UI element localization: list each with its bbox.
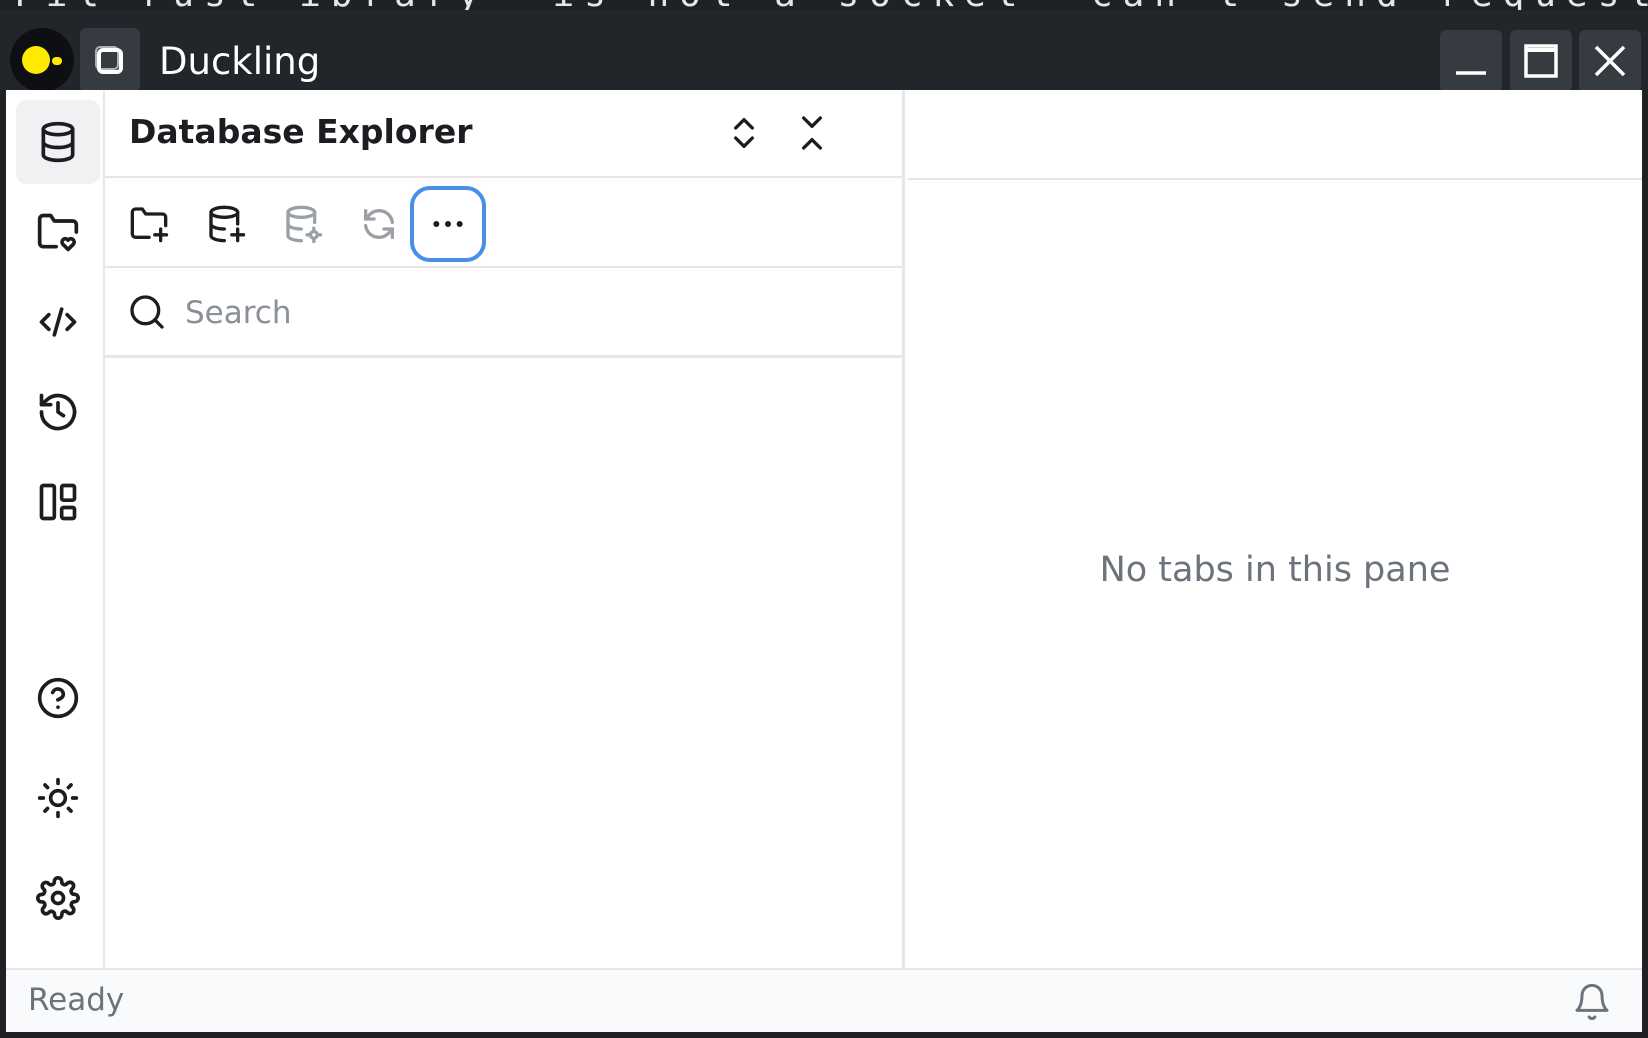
database-plus-icon [209, 205, 246, 243]
expand-all-button[interactable] [719, 108, 769, 158]
refresh-icon [364, 209, 394, 239]
explorer-title: Database Explorer [129, 112, 473, 151]
sun-icon [37, 777, 79, 819]
window-title: Duckling [159, 40, 321, 83]
new-folder-button[interactable] [111, 186, 187, 262]
window-titlebar[interactable]: Duckling [0, 10, 1648, 92]
activity-item-theme[interactable] [16, 756, 100, 840]
expand-all-icon [734, 118, 754, 148]
empty-pane-message: No tabs in this pane [1099, 550, 1451, 590]
app-window: Database Explorer Search No tabs in this… [6, 90, 1642, 1032]
activity-item-history[interactable] [16, 370, 100, 454]
status-text: Ready [28, 982, 125, 1018]
activity-item-help[interactable] [16, 656, 100, 740]
collapse-all-button[interactable] [787, 108, 837, 158]
explorer-header: Database Explorer [105, 90, 902, 178]
folder-plus-icon [130, 207, 169, 243]
background-terminal: Fil rust ibrary 'is not a socket' can't … [0, 0, 1648, 10]
search-input[interactable] [185, 284, 875, 342]
refresh-button[interactable] [341, 186, 417, 262]
folder-heart-icon [37, 213, 79, 252]
database-tree[interactable] [105, 361, 902, 968]
database-settings-button[interactable] [265, 186, 341, 262]
maximize-icon [1524, 44, 1558, 78]
activity-item-layout[interactable] [16, 460, 100, 544]
minimize-icon [1456, 71, 1486, 75]
explorer-toolbar [105, 180, 902, 268]
help-circle-icon [37, 677, 79, 719]
bell-icon [1575, 983, 1609, 1021]
activity-bar [6, 90, 105, 968]
close-button[interactable] [1579, 30, 1641, 92]
explorer-search [105, 270, 902, 358]
activity-item-saved[interactable] [16, 190, 100, 274]
more-options-button[interactable] [410, 186, 486, 262]
more-horizontal-icon [433, 221, 463, 227]
add-database-button[interactable] [188, 186, 264, 262]
duck-logo-icon [10, 28, 74, 92]
status-bar: Ready [6, 968, 1642, 1032]
activity-item-sql[interactable] [16, 280, 100, 364]
background-terminal-text: Fil rust ibrary 'is not a socket' can't … [14, 0, 1648, 10]
window-menu-icon [95, 46, 123, 74]
tab-strip[interactable] [908, 90, 1642, 180]
close-icon [1594, 45, 1626, 77]
layout-dashboard-icon [39, 483, 77, 521]
history-icon [39, 393, 77, 431]
notifications-button[interactable] [1572, 982, 1612, 1022]
database-gear-icon [286, 205, 323, 244]
minimize-button[interactable] [1440, 30, 1502, 92]
database-icon [41, 121, 75, 163]
collapse-all-icon [802, 116, 822, 150]
maximize-button[interactable] [1510, 30, 1572, 92]
editor-pane: No tabs in this pane [908, 90, 1642, 968]
code-icon [39, 307, 77, 337]
database-explorer-panel: Database Explorer [105, 90, 905, 968]
search-icon [130, 295, 164, 329]
activity-item-settings[interactable] [16, 856, 100, 940]
window-menu-button[interactable] [80, 28, 140, 92]
activity-item-database[interactable] [16, 100, 100, 184]
gear-icon [36, 876, 80, 920]
